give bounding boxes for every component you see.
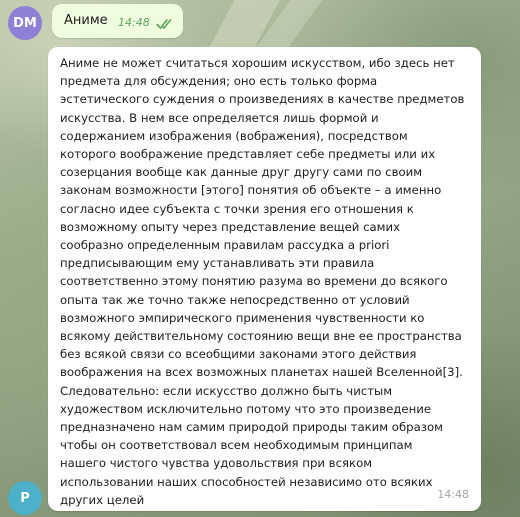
message-line: возможному опыту через представление вещ… <box>60 219 401 234</box>
message-line: содержанием изображения (вображения), по… <box>60 128 408 143</box>
message-line: созерцания вообще как данные друг другу … <box>60 165 423 180</box>
message-line: воображения на всех возможных планетах н… <box>60 365 463 380</box>
message-line: соответственно этому понятию разума во в… <box>60 274 448 289</box>
message-line: возможного эмпирического применения чувс… <box>60 310 425 325</box>
message-line: других целей <box>60 492 145 507</box>
double-check-icon <box>156 15 174 29</box>
message-line: использовании наших способностей независ… <box>60 474 433 489</box>
message-time: 14:48 <box>118 16 150 29</box>
message-line: Следовательно: если искусство должно быт… <box>60 383 393 398</box>
message-line: нашего чистого чувства удовольствия при … <box>60 456 373 471</box>
message-line: предписывающим ему устанавливать эти пра… <box>60 256 375 271</box>
message-line: сообразно определенным правилам рассудка… <box>60 238 390 253</box>
message-line: искусства. В нем все определяется лишь ф… <box>60 110 379 125</box>
message-line: всякому действительному состоянию вещи в… <box>60 329 462 344</box>
avatar-dm[interactable]: DM <box>8 6 42 40</box>
outgoing-message[interactable]: Аниме 14:48 <box>52 4 183 38</box>
message-line: без всякой связи со всеобщими законами э… <box>60 347 417 362</box>
message-text: Аниме не может считаться хорошим искусст… <box>60 54 469 509</box>
message-line: которого воображение представляет себе п… <box>60 147 436 162</box>
avatar-p[interactable]: P <box>8 481 42 515</box>
message-time: 14:48 <box>437 488 469 501</box>
message-line: законам возможности [этого] понятия об о… <box>60 183 442 198</box>
message-line: Аниме не может считаться хорошим искусст… <box>60 56 455 70</box>
message-line: опыта так же точно также непосредственно… <box>60 292 410 307</box>
message-text: Аниме <box>64 13 108 28</box>
incoming-message[interactable]: Аниме не может считаться хорошим искусст… <box>48 47 481 511</box>
message-line: эстетического суждения о произведениях в… <box>60 92 465 107</box>
message-line: согласно идее субъекта с точки зрения ег… <box>60 201 414 216</box>
message-line: предмета для обсуждения; оно есть только… <box>60 74 378 89</box>
message-line: чтобы он соответствовал всем необходимым… <box>60 438 413 453</box>
message-line: предназначено нам самим природой природы… <box>60 420 443 435</box>
message-line: художеством исключительно потому что это… <box>60 401 432 416</box>
